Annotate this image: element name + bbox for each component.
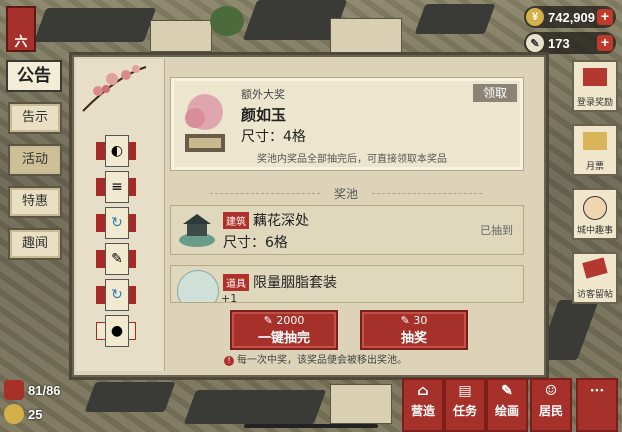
item-quantity: +1 — [221, 292, 238, 303]
top-left-badge[interactable]: 六 — [6, 6, 36, 52]
draw-cost: 30 — [413, 314, 428, 327]
item-tag: 道具 — [223, 274, 249, 291]
token-icon: ✎ — [526, 34, 544, 52]
roof-decoration — [33, 8, 157, 42]
claim-button[interactable]: 领取 — [473, 84, 517, 102]
refresh-icon: ↻ — [105, 207, 129, 239]
build-icon: ⌂ — [417, 383, 429, 399]
draw-all-button[interactable]: ✎ 2000 一键抽完 — [230, 310, 338, 350]
gong-icon: ● — [105, 315, 129, 347]
footer-note-text: 每一次中奖，该奖品便会被移出奖池。 — [237, 355, 407, 366]
event-item[interactable]: ◐ — [96, 135, 136, 167]
event-item-selected[interactable]: ● — [96, 315, 136, 347]
face-icon — [583, 196, 607, 220]
item-name: 限量胭脂套装 — [253, 275, 337, 291]
tab-events[interactable]: 活动 — [8, 144, 62, 176]
tab-notice[interactable]: 告示 — [8, 102, 62, 134]
event-item[interactable]: ↻ — [96, 279, 136, 311]
nav-tasks[interactable]: ▤ 任务 — [444, 378, 486, 432]
login-reward-button[interactable]: 登录奖励 — [572, 60, 618, 112]
info-icon: ! — [224, 356, 234, 366]
token-value: 173 — [548, 35, 570, 51]
refresh-icon: ↻ — [105, 279, 129, 311]
ticket-icon — [583, 132, 607, 150]
nav-residents[interactable]: ☺ 居民 — [530, 378, 572, 432]
right-shortcuts: 登录奖励 月票 城中趣事 访客留帖 — [572, 60, 618, 316]
event-list: ◐ ≡ ↻ ✎ ↻ ● — [76, 59, 165, 371]
tools-icon: ✎ — [105, 243, 129, 275]
nav-more[interactable]: ··· — [576, 378, 618, 432]
pool-divider: 奖池 — [170, 185, 522, 202]
event-item[interactable]: ≡ — [96, 171, 136, 203]
coin-stat: 25 — [4, 402, 61, 426]
paint-icon: ✎ — [501, 383, 513, 399]
coin-icon — [4, 404, 24, 424]
tree — [210, 6, 244, 36]
home-indicator[interactable] — [244, 424, 378, 428]
task-icon: ▤ — [458, 383, 472, 399]
nav-paint[interactable]: ✎ 绘画 — [486, 378, 528, 432]
blossom-building-icon — [177, 88, 233, 158]
pool-item[interactable]: 建筑 藕花深处 尺寸：6格 已抽到 — [170, 205, 524, 255]
coin-icon: ¥ — [526, 8, 544, 26]
house-wall — [330, 384, 392, 424]
roof-decoration — [183, 390, 327, 424]
item-size: 尺寸：6格 — [223, 235, 288, 251]
tab-specials[interactable]: 特惠 — [8, 186, 62, 218]
add-coins-button[interactable]: + — [597, 9, 613, 25]
more-icon: ··· — [589, 383, 605, 399]
prize-name: 颜如玉 — [241, 106, 287, 124]
announcement-sidebar: 公告 告示 活动 特惠 趣闻 — [6, 60, 62, 260]
lotus-pavilion-icon — [177, 210, 217, 250]
resident-icon: ☺ — [544, 383, 558, 399]
nav-build[interactable]: ⌂ 营造 — [402, 378, 444, 432]
draw-label: 抽奖 — [400, 331, 427, 346]
visitor-notes-button[interactable]: 访客留帖 — [572, 252, 618, 304]
letter-icon — [582, 257, 608, 279]
prize-description: 奖池内奖品全部抽完后，可直接领取本奖品 — [257, 154, 447, 165]
bottom-stats: 81/86 25 — [4, 378, 61, 426]
item-name: 藕花深处 — [253, 213, 309, 229]
cosmetics-set-icon — [177, 270, 219, 302]
event-item[interactable]: ↻ — [96, 207, 136, 239]
item-tag: 建筑 — [223, 212, 249, 229]
token-counter: ✎ 173 + — [524, 32, 616, 54]
population-stat: 81/86 — [4, 378, 61, 402]
plum-blossom-icon — [82, 65, 147, 112]
monthly-pass-button[interactable]: 月票 — [572, 124, 618, 176]
pool-item[interactable]: 道具 限量胭脂套装 +1 — [170, 265, 524, 303]
prize-heading: 额外大奖 — [241, 88, 285, 101]
city-anecdotes-button[interactable]: 城中趣事 — [572, 188, 618, 240]
draw-all-label: 一键抽完 — [257, 331, 310, 346]
roof-decoration — [414, 4, 496, 34]
gift-box-icon — [583, 68, 607, 86]
tab-anecdotes[interactable]: 趣闻 — [8, 228, 62, 260]
footer-note: ! 每一次中奖，该奖品便会被移出奖池。 — [224, 351, 407, 366]
coin-counter: ¥ 742,909 + — [524, 6, 616, 28]
roof-decoration — [84, 382, 176, 412]
event-item[interactable]: ✎ — [96, 243, 136, 275]
house-wall — [150, 20, 212, 52]
population-icon — [4, 380, 24, 400]
draw-button[interactable]: ✎ 30 抽奖 — [360, 310, 468, 350]
add-tokens-button[interactable]: + — [597, 35, 613, 51]
grand-prize-card: 额外大奖 颜如玉 尺寸：4格 奖池内奖品全部抽完后，可直接领取本奖品 领取 — [170, 77, 524, 171]
prize-size: 尺寸：4格 — [241, 129, 306, 145]
compass-icon: ◐ — [105, 135, 129, 167]
house-wall — [330, 18, 402, 54]
draw-all-cost: 2000 — [276, 314, 305, 327]
announcement-title: 公告 — [6, 60, 62, 92]
coin-value: 742,909 — [548, 9, 595, 25]
lottery-panel: ◐ ≡ ↻ ✎ ↻ ● 额外大奖 颜如玉 尺寸：4格 奖池内奖品全部抽完后，可直… — [72, 55, 546, 377]
scroll-icon: ≡ — [105, 171, 129, 203]
item-status: 已抽到 — [480, 224, 513, 237]
